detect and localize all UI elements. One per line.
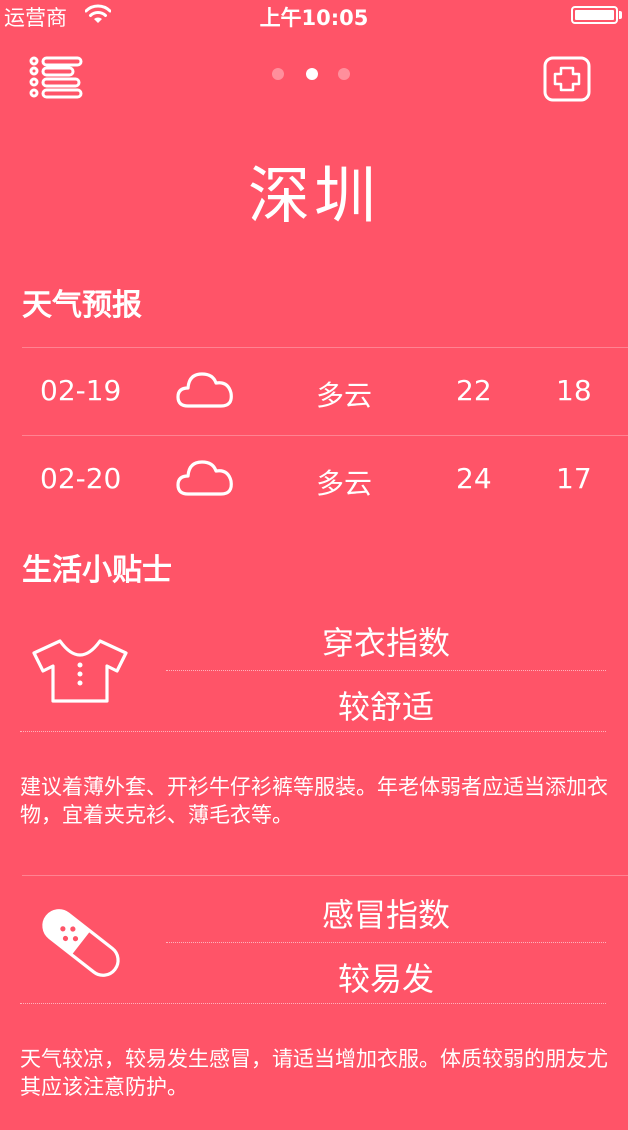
dotted-divider <box>166 942 606 943</box>
tip-name: 穿衣指数 <box>321 624 450 662</box>
battery-cap <box>619 11 622 19</box>
forecast-row[interactable]: 02-20 多云 24 17 <box>0 436 628 524</box>
dotted-divider <box>20 1003 606 1004</box>
page-indicator[interactable] <box>270 66 354 82</box>
tshirt-icon <box>32 639 128 703</box>
city-name: 深圳 <box>247 159 380 232</box>
forecast-condition: 多云 <box>316 379 373 412</box>
forecast-high-temp: 22 <box>456 374 492 407</box>
page-dot-2[interactable] <box>306 68 318 80</box>
forecast-date: 02-19 <box>40 374 122 407</box>
forecast-low-temp: 18 <box>556 374 592 407</box>
battery-icon <box>571 6 618 24</box>
status-time: 上午10:05 <box>259 6 369 30</box>
add-square-icon[interactable] <box>542 55 592 103</box>
dotted-divider <box>166 670 606 671</box>
forecast-low-temp: 17 <box>556 462 592 495</box>
tip-description: 建议着薄外套、开衫牛仔衫裤等服装。年老体弱者应适当添加衣物，宜着夹克衫、薄毛衣等… <box>20 775 608 827</box>
cloud-icon <box>176 372 233 408</box>
divider <box>22 875 628 876</box>
dotted-divider <box>20 731 606 732</box>
tip-description: 天气较凉，较易发生感冒，请适当增加衣服。体质较弱的朋友尤其应该注意防护。 <box>20 1047 608 1099</box>
forecast-row[interactable]: 02-19 多云 22 18 <box>0 348 628 436</box>
page-dot-3[interactable] <box>338 68 350 80</box>
bandage-icon <box>42 909 120 977</box>
tip-name: 感冒指数 <box>321 896 450 934</box>
status-bar: 运营商 上午10:05 <box>0 0 628 32</box>
forecast-section-title: 天气预报 <box>22 288 142 323</box>
cloud-icon <box>176 460 233 496</box>
tips-section-title: 生活小贴士 <box>22 553 172 588</box>
forecast-date: 02-20 <box>40 462 122 495</box>
forecast-high-temp: 24 <box>456 462 492 495</box>
tip-level: 较舒适 <box>337 688 434 726</box>
page-dot-1[interactable] <box>272 68 284 80</box>
forecast-condition: 多云 <box>316 467 373 500</box>
list-menu-icon[interactable] <box>28 55 84 99</box>
tip-level: 较易发 <box>337 960 434 998</box>
